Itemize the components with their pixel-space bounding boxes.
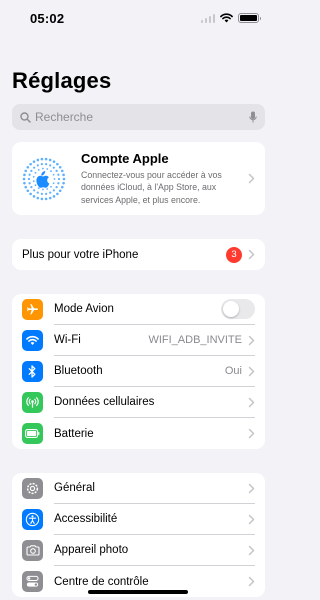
accessibility-row[interactable]: Accessibilité <box>12 504 265 535</box>
system-group: Général Accessibilité Appareil photo Cen… <box>12 473 265 597</box>
gear-icon <box>22 478 43 499</box>
connectivity-group: Mode Avion Wi-Fi WIFI_ADB_INVITE Bluetoo… <box>12 294 265 449</box>
chevron-right-icon <box>248 545 255 555</box>
apple-account-icon <box>22 157 66 201</box>
battery-row[interactable]: Batterie <box>12 418 265 449</box>
apple-account-row[interactable]: Compte Apple Connectez-vous pour accéder… <box>12 142 265 215</box>
accessibility-icon <box>22 509 43 530</box>
chevron-right-icon <box>248 576 255 587</box>
cellular-data-row[interactable]: Données cellulaires <box>12 387 265 418</box>
plus-for-iphone-row[interactable]: Plus pour votre iPhone 3 <box>12 239 265 270</box>
chevron-right-icon <box>248 428 255 439</box>
chevron-right-icon <box>248 483 255 493</box>
wifi-status-icon <box>220 13 233 23</box>
account-description: Connectez-vous pour accéder à vos donnée… <box>81 170 222 205</box>
general-row[interactable]: Général <box>12 473 265 504</box>
chevron-right-icon <box>248 335 255 345</box>
plus-label: Plus pour votre iPhone <box>22 248 139 261</box>
wifi-label: Wi-Fi <box>54 334 81 346</box>
cellular-icon <box>22 392 43 413</box>
chevron-right-icon <box>248 173 255 184</box>
notification-badge: 3 <box>226 246 242 263</box>
general-label: Général <box>54 482 95 494</box>
chevron-right-icon <box>248 397 255 407</box>
page-title: Réglages <box>12 68 112 93</box>
control-center-label: Centre de contrôle <box>54 575 149 588</box>
camera-label: Appareil photo <box>54 544 129 556</box>
search-field[interactable]: Recherche <box>12 104 265 130</box>
bluetooth-row[interactable]: Bluetooth Oui <box>12 356 265 387</box>
account-title: Compte Apple <box>81 151 169 167</box>
bluetooth-icon <box>22 361 43 382</box>
signal-icon <box>200 13 215 23</box>
mic-icon[interactable] <box>249 111 257 124</box>
status-icons <box>200 13 261 23</box>
chevron-right-icon <box>248 249 255 260</box>
control-center-icon <box>22 571 43 592</box>
wifi-network-value: WIFI_ADB_INVITE <box>148 334 242 346</box>
battery-status-icon <box>238 13 261 23</box>
airplane-icon <box>22 299 43 320</box>
wifi-row[interactable]: Wi-Fi WIFI_ADB_INVITE <box>12 325 265 356</box>
battery-icon <box>22 423 43 444</box>
chevron-right-icon <box>248 366 255 376</box>
camera-icon <box>22 540 43 561</box>
search-placeholder: Recherche <box>35 110 94 124</box>
accessibility-label: Accessibilité <box>54 513 118 525</box>
airplane-mode-label: Mode Avion <box>54 303 114 315</box>
status-time: 05:02 <box>30 10 65 26</box>
airplane-mode-toggle[interactable] <box>221 299 255 319</box>
status-bar: 05:02 <box>0 0 277 36</box>
chevron-right-icon <box>248 514 255 524</box>
airplane-mode-row[interactable]: Mode Avion <box>12 294 265 325</box>
battery-label: Batterie <box>54 427 94 440</box>
cellular-data-label: Données cellulaires <box>54 396 155 408</box>
search-icon <box>20 111 31 123</box>
bluetooth-value: Oui <box>224 365 242 377</box>
camera-row[interactable]: Appareil photo <box>12 535 265 566</box>
bluetooth-label: Bluetooth <box>54 365 103 377</box>
home-indicator[interactable] <box>88 590 188 594</box>
wifi-icon <box>22 330 43 351</box>
